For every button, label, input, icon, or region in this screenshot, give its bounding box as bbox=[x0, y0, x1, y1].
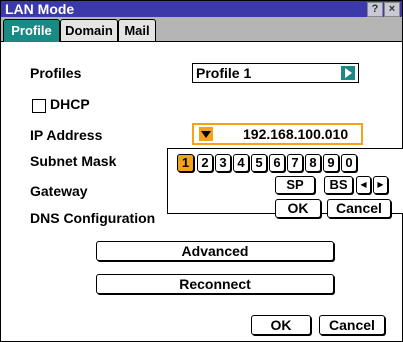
cursor-right-key[interactable]: ▶ bbox=[373, 176, 388, 194]
profiles-value: Profile 1 bbox=[196, 65, 252, 81]
key-digit[interactable]: 5 bbox=[251, 154, 267, 172]
keypad-cancel-button[interactable]: Cancel bbox=[327, 199, 391, 218]
title-bar: LAN Mode ? × bbox=[1, 1, 402, 17]
dns-configuration-label: DNS Configuration bbox=[30, 210, 156, 226]
window-title: LAN Mode bbox=[5, 1, 75, 17]
cancel-button[interactable]: Cancel bbox=[319, 315, 385, 335]
cursor-left-key[interactable]: ◀ bbox=[356, 176, 371, 194]
tab-profile[interactable]: Profile bbox=[3, 19, 60, 42]
key-digit[interactable]: 2 bbox=[197, 154, 213, 172]
triangle-down-icon[interactable] bbox=[199, 127, 213, 141]
tab-mail[interactable]: Mail bbox=[118, 19, 156, 41]
key-digit[interactable]: 8 bbox=[305, 154, 321, 172]
advanced-button[interactable]: Advanced bbox=[96, 241, 334, 261]
key-digit[interactable]: 6 bbox=[269, 154, 285, 172]
ok-button[interactable]: OK bbox=[251, 315, 311, 335]
ip-address-label: IP Address bbox=[30, 127, 103, 143]
space-key[interactable]: SP bbox=[275, 176, 315, 194]
tab-domain[interactable]: Domain bbox=[60, 19, 118, 41]
ip-keypad: 1 2 3 4 5 6 7 8 9 0 SP BS ◀ ▶ OK Cancel bbox=[167, 148, 403, 218]
keypad-ok-button[interactable]: OK bbox=[275, 199, 321, 218]
backspace-key[interactable]: BS bbox=[324, 176, 353, 194]
close-button[interactable]: × bbox=[384, 2, 400, 17]
lan-mode-dialog: LAN Mode ? × Profile Domain Mail Profile… bbox=[0, 0, 403, 342]
key-digit[interactable]: 4 bbox=[233, 154, 249, 172]
ip-address-value: 192.168.100.010 bbox=[243, 126, 349, 142]
arrow-left-icon: ◀ bbox=[360, 180, 367, 189]
triangle-right-icon bbox=[341, 66, 355, 80]
arrow-right-icon: ▶ bbox=[377, 180, 384, 189]
ip-address-field[interactable]: 192.168.100.010 bbox=[192, 123, 363, 145]
reconnect-button[interactable]: Reconnect bbox=[96, 274, 334, 294]
subnet-mask-label: Subnet Mask bbox=[30, 153, 117, 169]
gateway-label: Gateway bbox=[30, 183, 88, 199]
help-button[interactable]: ? bbox=[367, 2, 383, 17]
profiles-label: Profiles bbox=[30, 65, 82, 81]
key-digit[interactable]: 3 bbox=[215, 154, 231, 172]
tab-bar: Profile Domain Mail bbox=[1, 17, 402, 42]
key-digit[interactable]: 9 bbox=[323, 154, 339, 172]
dhcp-label: DHCP bbox=[50, 96, 90, 112]
key-digit[interactable]: 1 bbox=[177, 154, 194, 172]
key-digit[interactable]: 0 bbox=[341, 154, 357, 172]
profiles-select[interactable]: Profile 1 bbox=[192, 63, 359, 83]
dhcp-checkbox[interactable] bbox=[32, 99, 46, 113]
key-digit[interactable]: 7 bbox=[287, 154, 303, 172]
title-buttons: ? × bbox=[366, 2, 400, 17]
